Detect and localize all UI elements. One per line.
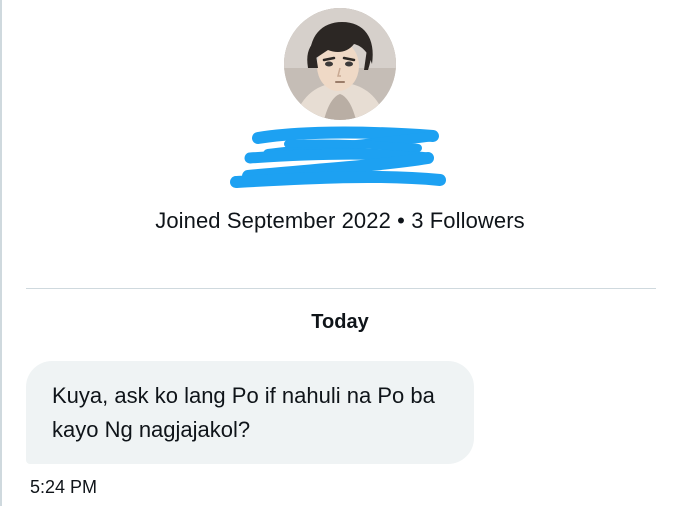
- avatar-image: [284, 8, 396, 120]
- followers-count[interactable]: 3 Followers: [411, 208, 525, 233]
- profile-meta: Joined September 2022 • 3 Followers: [0, 208, 680, 234]
- panel-border: [0, 0, 2, 506]
- redaction-scribble: [230, 126, 446, 188]
- message-bubble[interactable]: Kuya, ask ko lang Po if nahuli na Po ba …: [26, 361, 474, 464]
- redacted-username: [228, 124, 450, 196]
- message-timestamp: 5:24 PM: [30, 477, 98, 497]
- section-divider: [26, 288, 656, 289]
- message-text: Kuya, ask ko lang Po if nahuli na Po ba …: [52, 383, 435, 442]
- date-separator: Today: [311, 311, 369, 333]
- avatar[interactable]: [284, 8, 396, 120]
- joined-date: Joined September 2022: [155, 208, 391, 233]
- meta-separator: •: [397, 208, 405, 233]
- dm-conversation-view: Joined September 2022 • 3 Followers Toda…: [0, 0, 680, 506]
